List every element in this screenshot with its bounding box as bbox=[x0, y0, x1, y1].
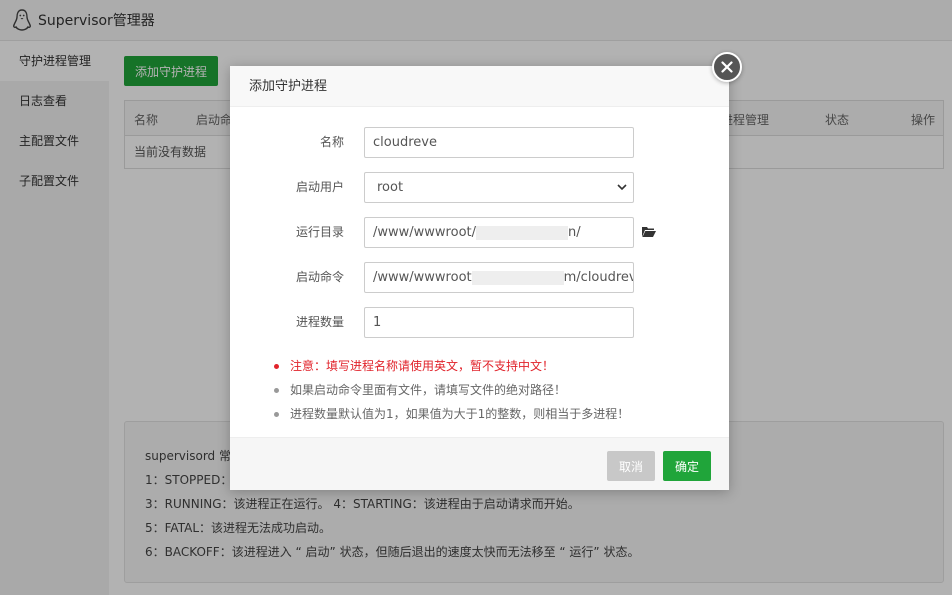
notes-list: 注意：填写进程名称请使用英文，暂不支持中文！ 如果启动命令里面有文件，请填写文件… bbox=[274, 354, 714, 426]
form-row-dir: 运行目录 /www/wwwroot/n/ bbox=[230, 217, 729, 248]
note-text: 如果启动命令里面有文件，请填写文件的绝对路径！ bbox=[290, 383, 567, 397]
close-modal-button[interactable] bbox=[712, 52, 742, 82]
dir-value-prefix: /www/wwwroot/ bbox=[373, 225, 476, 240]
name-input[interactable]: cloudreve bbox=[364, 127, 634, 158]
confirm-button[interactable]: 确定 bbox=[663, 451, 711, 481]
user-label: 启动用户 bbox=[295, 180, 344, 194]
form-row-num: 进程数量 1 bbox=[230, 307, 729, 338]
form-row-name: 名称 cloudreve bbox=[230, 127, 729, 158]
process-count-input[interactable]: 1 bbox=[364, 307, 634, 338]
cancel-button[interactable]: 取消 bbox=[607, 451, 655, 481]
dir-input[interactable]: /www/wwwroot/n/ bbox=[364, 217, 634, 248]
modal-footer: 取消 确定 bbox=[230, 437, 729, 490]
num-label: 进程数量 bbox=[295, 315, 344, 329]
note-item: 注意：填写进程名称请使用英文，暂不支持中文！ bbox=[274, 354, 714, 378]
note-item: 进程数量默认值为1，如果值为大于1的整数，则相当于多进程！ bbox=[274, 402, 714, 426]
note-text: 进程数量默认值为1，如果值为大于1的整数，则相当于多进程！ bbox=[290, 407, 630, 421]
dir-label: 运行目录 bbox=[295, 225, 344, 239]
close-icon bbox=[721, 61, 733, 73]
bullet-icon bbox=[274, 412, 279, 417]
modal-title: 添加守护进程 bbox=[230, 66, 729, 107]
bullet-icon bbox=[274, 388, 279, 393]
cmd-value-suffix: m/cloudreve bbox=[563, 270, 633, 285]
form-row-cmd: 启动命令 /www/wwwroot m/cloudreve bbox=[230, 262, 729, 293]
dir-value-suffix: n/ bbox=[568, 225, 581, 240]
add-daemon-modal: 添加守护进程 名称 cloudreve 启动用户 root 运行目录 /www/… bbox=[230, 66, 729, 490]
folder-open-icon[interactable] bbox=[642, 226, 656, 238]
name-label: 名称 bbox=[319, 135, 344, 149]
redacted-blur bbox=[471, 270, 564, 285]
redacted-blur bbox=[476, 225, 568, 240]
cmd-input[interactable]: /www/wwwroot m/cloudreve bbox=[364, 262, 634, 293]
note-text: 注意：填写进程名称请使用英文，暂不支持中文！ bbox=[290, 359, 555, 373]
bullet-icon bbox=[274, 364, 279, 369]
note-item: 如果启动命令里面有文件，请填写文件的绝对路径！ bbox=[274, 378, 714, 402]
user-select[interactable]: root bbox=[364, 172, 634, 203]
chevron-down-icon bbox=[617, 184, 627, 191]
cmd-value-prefix: /www/wwwroot bbox=[373, 270, 472, 285]
user-select-value: root bbox=[377, 180, 404, 195]
form-row-user: 启动用户 root bbox=[230, 172, 729, 203]
cmd-label: 启动命令 bbox=[295, 270, 344, 284]
